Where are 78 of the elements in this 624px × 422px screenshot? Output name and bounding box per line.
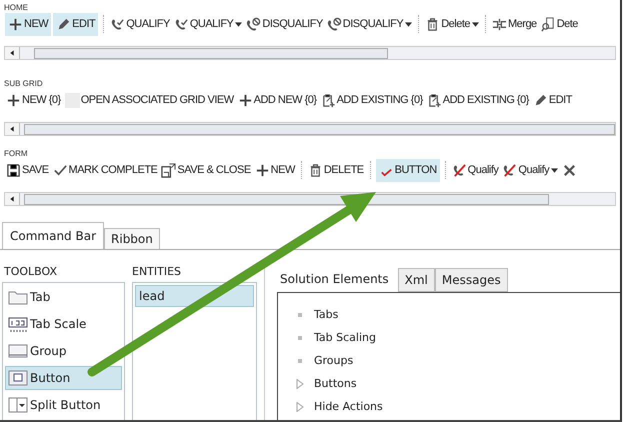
toolbar-button[interactable]: ADD EXISTING {0} [320,92,424,108]
window-icon [8,343,28,359]
caret-icon [551,168,558,172]
tree-item[interactable]: Tab Scaling [314,331,376,344]
tree-item[interactable]: Tabs [314,308,338,321]
tree-item[interactable]: Buttons [314,377,357,390]
toolbar-button[interactable]: Delete [424,16,480,32]
caret-icon [472,22,479,26]
bullet-icon [298,358,302,362]
toolbar-button[interactable]: Merge [491,16,538,32]
horizontal-scrollbar[interactable] [4,192,616,206]
clipboard-plus-icon [426,92,442,108]
toolbar-button[interactable]: EDIT [53,12,98,36]
plus-icon [238,92,253,108]
toolbar-button[interactable]: NEW [254,162,296,178]
toolbox-item[interactable]: Split Button [5,393,122,417]
toolbox-item[interactable]: Button [5,366,122,390]
button-icon [8,370,28,386]
tree-item[interactable]: Hide Actions [314,400,383,413]
column-title: ENTITIES [131,264,182,280]
tab[interactable]: Ribbon [104,228,160,249]
save-icon [6,162,21,178]
phone-check-icon [174,16,189,32]
merge-icon [492,16,507,32]
pencil-icon [56,16,72,32]
bullet-icon [298,312,302,316]
tab[interactable]: Messages [434,268,508,292]
toolbox-item[interactable]: Tab Scale [5,312,122,336]
phone-cross-icon [502,162,518,178]
toolbar-button[interactable]: SAVE [5,162,50,178]
section-label: HOME [4,3,29,12]
toolbar-button[interactable]: ADD NEW {0} [236,92,318,108]
plus-icon [8,16,23,32]
section-label: SUB GRID [4,79,44,88]
phone-block-icon [326,16,342,32]
toolbar-button[interactable]: DISQUALIFY [245,16,324,32]
toolbar-button[interactable]: Qualify [450,162,500,178]
toolbox-item[interactable]: Tab [5,285,122,309]
folder-icon [8,289,28,305]
toolbar-button[interactable]: BUTTON [376,158,440,182]
close-icon [562,162,578,178]
bullet-icon [298,336,302,340]
horizontal-scrollbar[interactable] [4,122,616,136]
caret-icon [405,22,412,26]
toolbar-button[interactable]: DISQUALIFY [326,16,414,32]
toolbar-button[interactable]: EDIT [532,92,573,108]
toolbar-button[interactable]: DELETE [306,162,365,178]
tab[interactable]: Command Bar [2,222,104,249]
tab[interactable]: Xml [398,268,435,292]
toolbar-button[interactable]: Qualify [501,162,560,178]
expand-icon[interactable] [296,378,304,388]
toolbar-button[interactable]: ADD EXISTING {0} [426,92,530,108]
document-search-icon [540,16,556,32]
plus-icon [6,92,21,108]
phone-cross-icon [452,162,467,178]
toolbox-item[interactable]: Group [5,339,122,363]
section-label: FORM [4,149,29,158]
toolbar-button[interactable]: QUALIFY [109,16,171,32]
save-close-icon [161,162,176,178]
toolbar-button[interactable]: QUALIFY [172,16,244,32]
ruler-icon [8,316,28,332]
column-title: TOOLBOX [3,264,58,280]
expand-icon[interactable] [296,402,304,412]
caret-icon [235,22,242,26]
tree-item[interactable]: Groups [314,354,354,367]
toolbar-button[interactable]: NEW [5,12,52,36]
phone-check-icon [110,16,126,32]
checkmark-icon [52,162,68,178]
toolbar-button[interactable]: Dete [540,16,579,32]
toolbar-button[interactable]: NEW {0} [5,92,62,108]
horizontal-scrollbar[interactable] [4,46,616,60]
split-button-icon [8,397,28,413]
toolbar-button[interactable]: OPEN ASSOCIATED GRID VIEW [64,92,235,108]
toolbar-button[interactable]: MARK COMPLETE [52,162,158,178]
clipboard-plus-icon [320,92,336,108]
plus-icon [254,162,270,178]
toolbar-button[interactable]: SAVE & CLOSE [160,162,252,178]
phone-block-icon [246,16,262,32]
